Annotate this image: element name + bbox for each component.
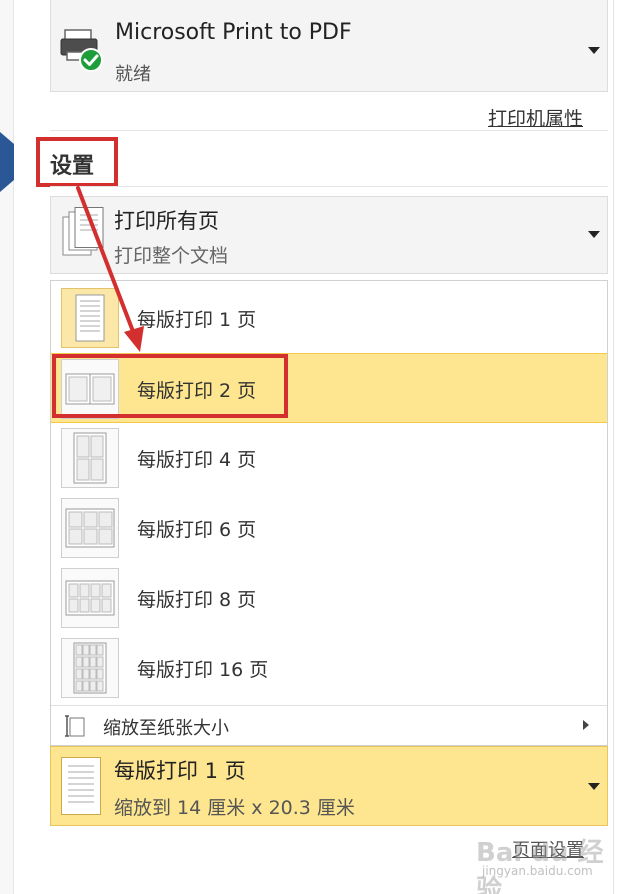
pages-per-sheet-dropdown[interactable]: 每版打印 1 页 缩放到 14 厘米 x 20.3 厘米 — [50, 746, 608, 826]
print-range-description: 打印整个文档 — [114, 245, 229, 267]
one-page-icon — [61, 288, 119, 348]
sixteen-page-icon — [61, 638, 119, 698]
one-page-icon — [61, 757, 101, 815]
chevron-down-icon — [588, 783, 600, 790]
right-divider — [613, 0, 614, 894]
menu-item-16-pages[interactable]: 每版打印 16 页 — [51, 633, 607, 703]
menu-item-label: 每版打印 16 页 — [137, 659, 269, 681]
pages-per-sheet-value: 每版打印 1 页 — [114, 759, 246, 783]
printer-dropdown[interactable]: Microsoft Print to PDF 就绪 — [50, 0, 608, 92]
four-page-icon — [61, 428, 119, 488]
scale-description: 缩放到 14 厘米 x 20.3 厘米 — [114, 797, 355, 819]
print-range-value: 打印所有页 — [114, 209, 219, 233]
pages-icon — [62, 207, 104, 256]
scale-paper-icon — [65, 715, 85, 737]
pages-per-sheet-menu: 每版打印 1 页 每版打印 2 页 每版打印 4 页 每版打印 6 页 每版打印… — [50, 280, 608, 746]
menu-item-label: 每版打印 6 页 — [137, 519, 257, 541]
menu-item-6-pages[interactable]: 每版打印 6 页 — [51, 493, 607, 563]
watermark-logo: Bai du 经验 — [476, 838, 604, 894]
menu-item-label: 每版打印 1 页 — [137, 309, 257, 331]
annotation-box-2-pages — [52, 354, 288, 418]
chevron-down-icon — [588, 47, 600, 54]
menu-item-scale-to-paper[interactable]: 缩放至纸张大小 — [51, 705, 607, 745]
eight-page-icon — [61, 568, 119, 628]
menu-item-label: 每版打印 4 页 — [137, 449, 257, 471]
divider — [50, 186, 608, 187]
six-page-icon — [61, 498, 119, 558]
watermark-url: jingyan.baidu.com — [482, 864, 593, 878]
menu-item-label: 每版打印 8 页 — [137, 589, 257, 611]
menu-item-4-pages[interactable]: 每版打印 4 页 — [51, 423, 607, 493]
printer-icon — [60, 29, 103, 72]
printer-properties-link[interactable]: 打印机属性 — [488, 104, 583, 131]
divider — [50, 130, 608, 131]
chevron-down-icon — [588, 231, 600, 238]
annotation-box-settings — [36, 137, 118, 187]
menu-item-8-pages[interactable]: 每版打印 8 页 — [51, 563, 607, 633]
menu-item-1-page[interactable]: 每版打印 1 页 — [51, 283, 607, 353]
printer-status: 就绪 — [115, 64, 151, 85]
chevron-right-icon — [583, 720, 589, 730]
printer-name: Microsoft Print to PDF — [115, 20, 352, 45]
scale-label: 缩放至纸张大小 — [103, 718, 229, 739]
print-range-dropdown[interactable]: 打印所有页 打印整个文档 — [50, 196, 608, 274]
